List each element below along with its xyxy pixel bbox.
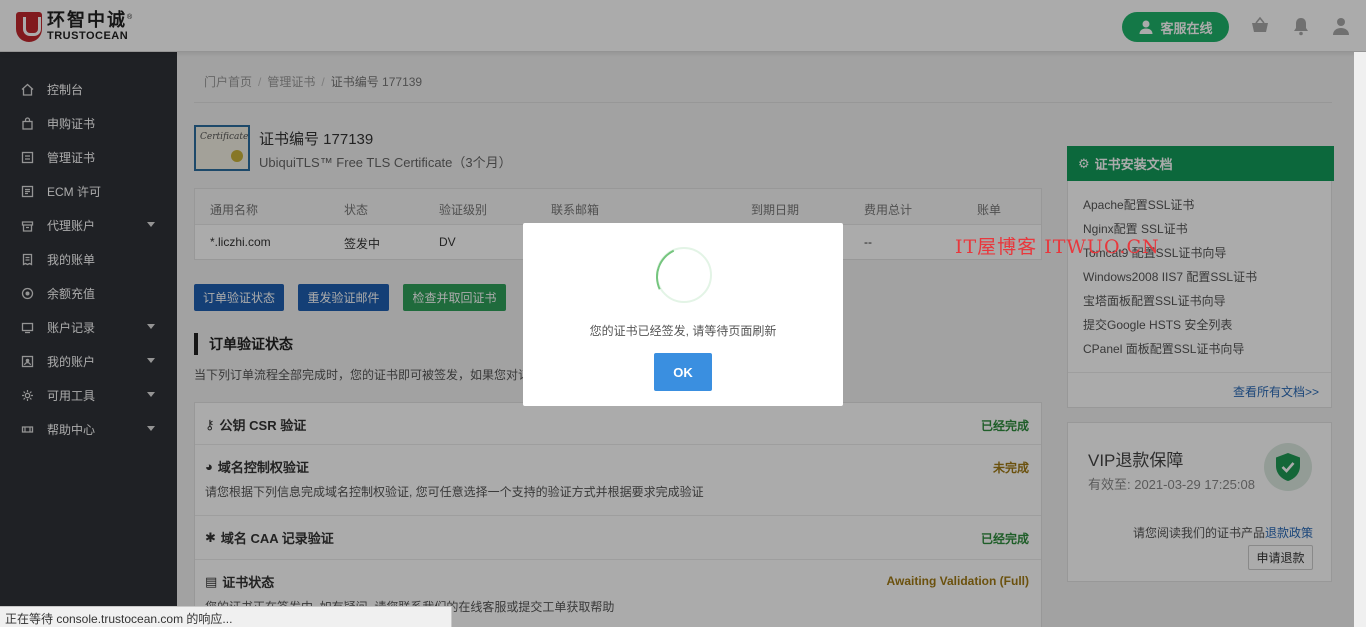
dialog-message: 您的证书已经签发, 请等待页面刷新 [589,324,777,338]
browser-status-bar: 正在等待 console.trustocean.com 的响应... [0,606,452,627]
scrollbar[interactable] [1354,52,1366,627]
ok-button[interactable]: OK [654,353,712,391]
notice-dialog: 您的证书已经签发, 请等待页面刷新 OK [523,223,843,406]
loading-spinner-icon [656,247,712,303]
watermark-text: IT屋博客 ITWUO.CN [955,236,1160,258]
